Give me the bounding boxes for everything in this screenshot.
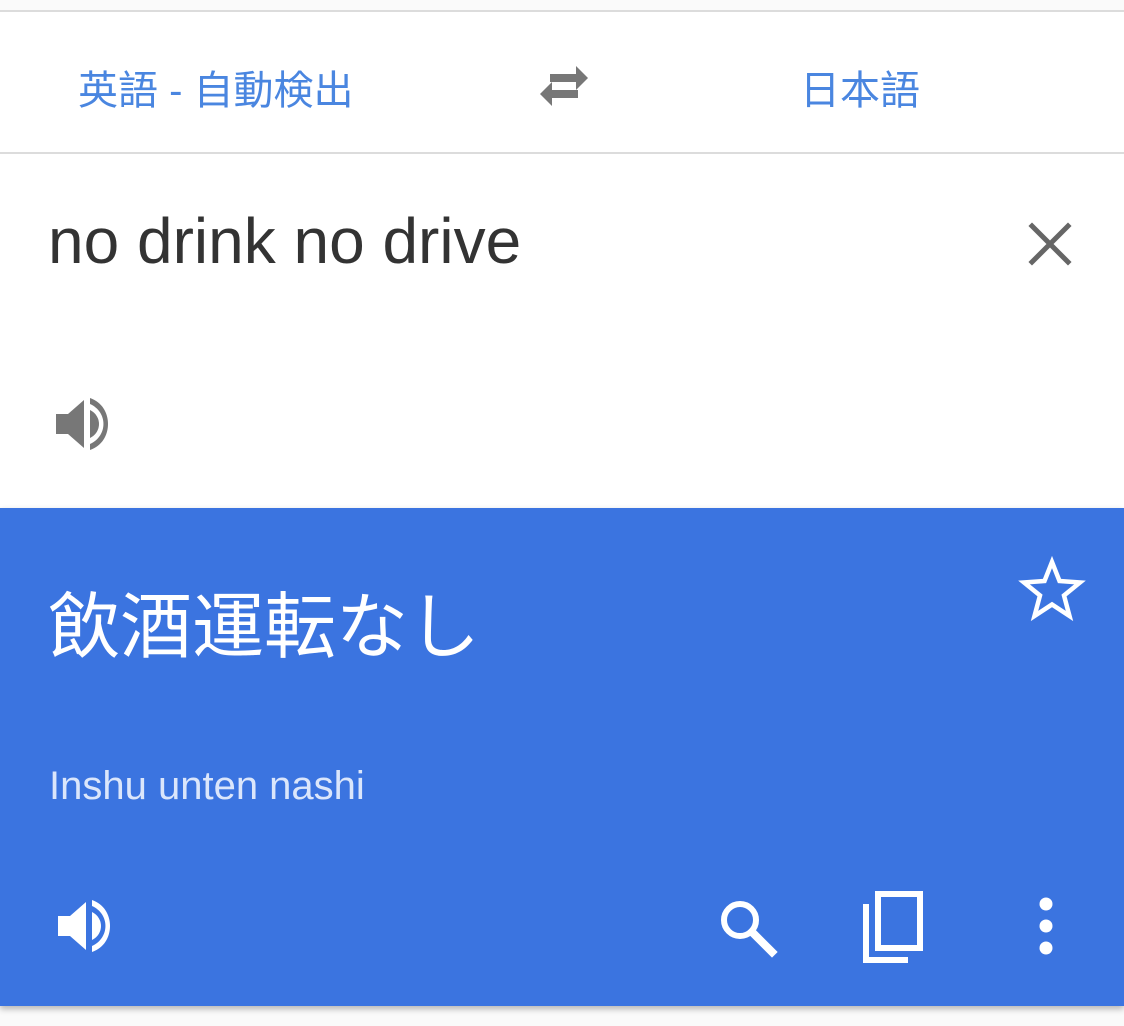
swap-arrows-icon [540, 66, 588, 106]
source-text-input[interactable]: no drink no drive [48, 204, 521, 278]
romanization-text: Inshu unten nashi [49, 764, 365, 808]
input-card: no drink no drive [0, 154, 1124, 508]
target-language-selector[interactable]: 日本語 [800, 58, 920, 116]
star-outline-icon [1018, 556, 1086, 622]
speaker-icon [56, 398, 108, 450]
listen-source-button[interactable] [50, 392, 118, 456]
more-vert-icon [1039, 897, 1053, 955]
save-translation-button[interactable] [1018, 556, 1086, 624]
source-language-selector[interactable]: 英語 - 自動検出 [78, 58, 354, 116]
translated-text: 飲酒運転なし [48, 588, 481, 668]
copy-translation-button[interactable] [858, 890, 928, 964]
close-icon [1028, 222, 1072, 266]
translation-result-card: 飲酒運転なし Inshu unten nashi [0, 508, 1124, 1006]
swap-languages-button[interactable] [532, 60, 596, 112]
more-options-button[interactable] [1024, 894, 1068, 960]
copy-icon [863, 891, 923, 963]
clear-input-button[interactable] [1018, 212, 1082, 276]
translate-screen: 英語 - 自動検出 日本語 no drink no drive 飲酒運転なし I… [0, 0, 1124, 1026]
speaker-icon [58, 900, 110, 952]
search-translation-button[interactable] [714, 894, 780, 960]
search-icon [721, 901, 778, 958]
listen-translation-button[interactable] [52, 894, 120, 958]
language-bar: 英語 - 自動検出 日本語 [0, 12, 1124, 152]
